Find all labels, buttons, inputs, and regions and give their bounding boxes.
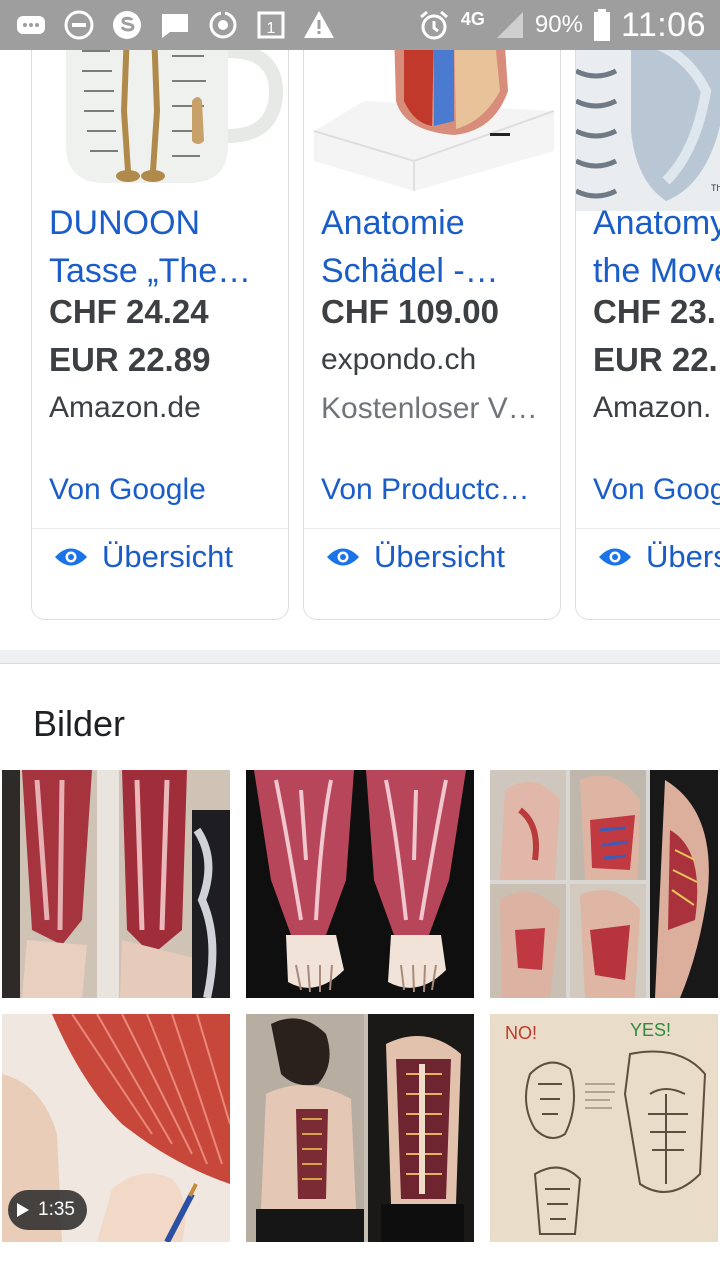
- section-separator: [0, 650, 720, 664]
- status-bar: 1 4G 90% 11:06: [0, 0, 720, 50]
- product-price-chf: CHF 109.00: [321, 293, 499, 330]
- product-seller: Amazon.de: [49, 391, 201, 424]
- signal-icon: [496, 12, 523, 38]
- sync-icon: [206, 8, 240, 42]
- clock: 11:06: [620, 5, 706, 44]
- product-title[interactable]: Anatomie Schädel -…: [321, 199, 546, 295]
- product-image-mug[interactable]: [32, 50, 288, 211]
- svg-text:1: 1: [267, 20, 276, 37]
- skype-icon: [110, 8, 144, 42]
- battery-level: 90%: [534, 11, 583, 38]
- chat-icon: [158, 8, 192, 42]
- image-result-torso-sketch[interactable]: NO! YES!: [490, 1014, 718, 1242]
- video-duration: 1:35: [38, 1199, 75, 1220]
- image-result-back-spine[interactable]: [246, 1014, 474, 1242]
- product-title[interactable]: Anatomy the Move: [593, 199, 720, 295]
- shopping-carousel: DUNOON Tasse „The… CHF 24.24 EUR 22.89 A…: [0, 50, 720, 650]
- product-card[interactable]: DUNOON Tasse „The… CHF 24.24 EUR 22.89 A…: [31, 50, 289, 620]
- product-source-link[interactable]: Von Productc…: [321, 473, 546, 507]
- image-result-legs-muscles[interactable]: [246, 770, 474, 998]
- overview-label: Übersicht: [646, 539, 720, 574]
- overview-label: Übersicht: [102, 539, 233, 574]
- video-duration-badge: 1:35: [8, 1190, 87, 1230]
- product-image-anatomy-book[interactable]: Th: [576, 50, 720, 211]
- overview-button[interactable]: Übersicht: [54, 539, 233, 575]
- image-result-video-muscle-painting[interactable]: 1:35: [2, 1014, 230, 1242]
- card-divider: [304, 528, 560, 529]
- product-shipping: Kostenloser V…: [321, 392, 538, 425]
- svg-text:Th: Th: [711, 183, 720, 193]
- overview-button[interactable]: Übersicht: [326, 539, 505, 575]
- card-divider: [576, 528, 720, 529]
- product-seller: expondo.ch: [321, 343, 477, 376]
- alarm-icon: [417, 8, 451, 42]
- battery-icon: [593, 9, 610, 41]
- play-icon: [17, 1203, 29, 1217]
- product-image-skull-model[interactable]: [304, 50, 560, 211]
- image-result-leg-bodypaint[interactable]: [2, 770, 230, 998]
- messages-icon: [14, 8, 48, 42]
- product-title[interactable]: DUNOON Tasse „The…: [49, 199, 274, 295]
- calendar-icon: 1: [254, 8, 288, 42]
- eye-icon: [327, 548, 359, 566]
- eye-icon: [599, 548, 631, 566]
- card-divider: [32, 528, 288, 529]
- product-source-link[interactable]: Von Google: [49, 473, 274, 507]
- overview-label: Übersicht: [374, 539, 505, 574]
- product-price-eur: EUR 22.: [593, 341, 718, 378]
- images-section-title: Bilder: [33, 703, 126, 744]
- image-result-face-anatomy[interactable]: [490, 770, 718, 998]
- warning-icon: [302, 8, 336, 42]
- eye-icon: [55, 548, 87, 566]
- svg-text:YES!: YES!: [630, 1020, 671, 1040]
- do-not-disturb-icon: [62, 8, 96, 42]
- product-price-chf: CHF 24.24: [49, 293, 209, 330]
- product-card[interactable]: Anatomie Schädel -… CHF 109.00 expondo.c…: [303, 50, 561, 620]
- product-price-chf: CHF 23.: [593, 293, 716, 330]
- product-seller: Amazon.: [593, 391, 712, 424]
- product-price-eur: EUR 22.89: [49, 341, 211, 378]
- network-type: 4G: [460, 9, 485, 29]
- overview-button[interactable]: Übersicht: [598, 539, 720, 575]
- svg-text:NO!: NO!: [505, 1023, 537, 1043]
- product-source-link[interactable]: Von Google: [593, 473, 720, 507]
- product-card[interactable]: Th Anatomy the Move CHF 23. EUR 22. Amaz…: [575, 50, 720, 620]
